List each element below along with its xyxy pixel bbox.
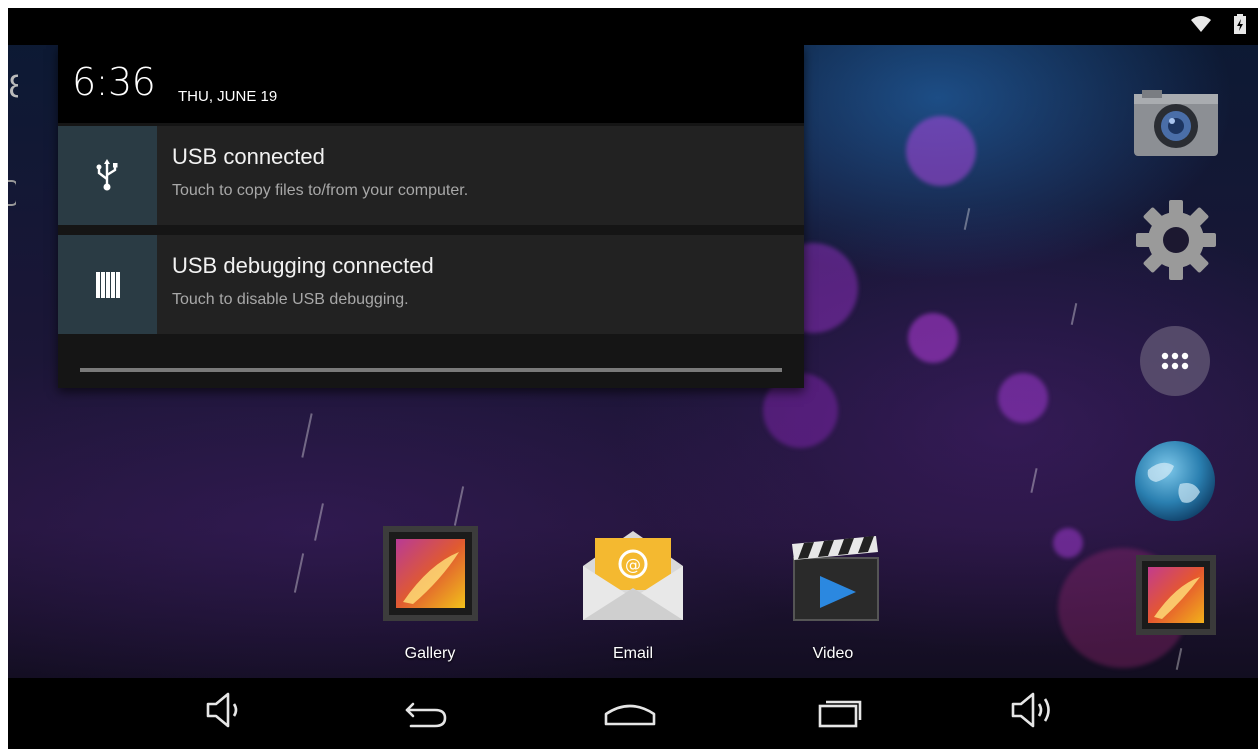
notification-title: USB debugging connected bbox=[172, 253, 434, 278]
gallery-label[interactable]: Gallery bbox=[370, 645, 490, 663]
recent-apps-icon[interactable] bbox=[810, 688, 870, 732]
svg-text:@: @ bbox=[625, 555, 641, 574]
notification-title: USB connected bbox=[172, 144, 325, 169]
mic-icon[interactable] bbox=[8, 180, 16, 210]
back-icon[interactable] bbox=[393, 688, 453, 732]
settings-gear-icon[interactable] bbox=[1136, 200, 1216, 280]
gallery-app-icon[interactable] bbox=[383, 526, 478, 621]
wallpaper-rain bbox=[293, 553, 305, 593]
wallpaper-rain bbox=[1175, 648, 1183, 670]
navigation-bar bbox=[8, 678, 1258, 749]
volume-down-icon[interactable] bbox=[196, 688, 256, 732]
video-icon[interactable] bbox=[790, 536, 880, 622]
notification-shade[interactable]: 6:36 THU, JUNE 19 USB connected Touch to… bbox=[58, 45, 804, 388]
wallpaper-rain bbox=[453, 486, 465, 526]
gallery-icon[interactable] bbox=[1136, 555, 1216, 635]
battery-charging-icon bbox=[1234, 14, 1246, 34]
clock-date: THU, JUNE 19 bbox=[178, 88, 278, 105]
wallpaper-bokeh bbox=[908, 313, 958, 363]
wallpaper-rain bbox=[963, 208, 971, 230]
email-label[interactable]: Email bbox=[573, 645, 693, 663]
wallpaper-rain bbox=[314, 503, 324, 541]
video-label[interactable]: Video bbox=[773, 645, 893, 663]
usb-icon bbox=[96, 159, 118, 191]
all-apps-icon[interactable] bbox=[1139, 325, 1211, 397]
home-icon[interactable] bbox=[600, 688, 660, 732]
wallpaper-bokeh bbox=[998, 373, 1048, 423]
status-bar[interactable] bbox=[8, 8, 1258, 45]
wallpaper-rain bbox=[1030, 468, 1038, 493]
wallpaper-rain bbox=[301, 413, 313, 458]
browser-globe-icon[interactable] bbox=[1134, 440, 1216, 522]
wallpaper-bokeh bbox=[1053, 528, 1083, 558]
email-icon[interactable]: @ bbox=[583, 526, 683, 622]
home-screen: 8 Gallery @ Email Video 6:36 THU, JUNE 1… bbox=[8, 8, 1258, 749]
shade-header: 6:36 THU, JUNE 19 bbox=[58, 45, 804, 123]
camera-icon[interactable] bbox=[1134, 90, 1218, 156]
usb-debugging-notification[interactable]: USB debugging connected Touch to disable… bbox=[58, 235, 804, 334]
clock-time[interactable]: 6:36 bbox=[72, 60, 156, 104]
volume-up-icon[interactable] bbox=[1003, 688, 1063, 732]
wallpaper-rain bbox=[1070, 303, 1078, 325]
notification-icon-box bbox=[58, 126, 157, 225]
notification-icon-box bbox=[58, 235, 157, 334]
search-icon[interactable]: 8 bbox=[8, 70, 18, 110]
notification-text: Touch to copy files to/from your compute… bbox=[172, 182, 469, 199]
wallpaper-bokeh bbox=[906, 116, 976, 186]
usb-connected-notification[interactable]: USB connected Touch to copy files to/fro… bbox=[58, 126, 804, 225]
usb-debugging-icon bbox=[96, 272, 120, 298]
notification-text: Touch to disable USB debugging. bbox=[172, 291, 409, 308]
shade-drag-handle[interactable] bbox=[80, 368, 782, 372]
wifi-icon bbox=[1191, 16, 1211, 32]
